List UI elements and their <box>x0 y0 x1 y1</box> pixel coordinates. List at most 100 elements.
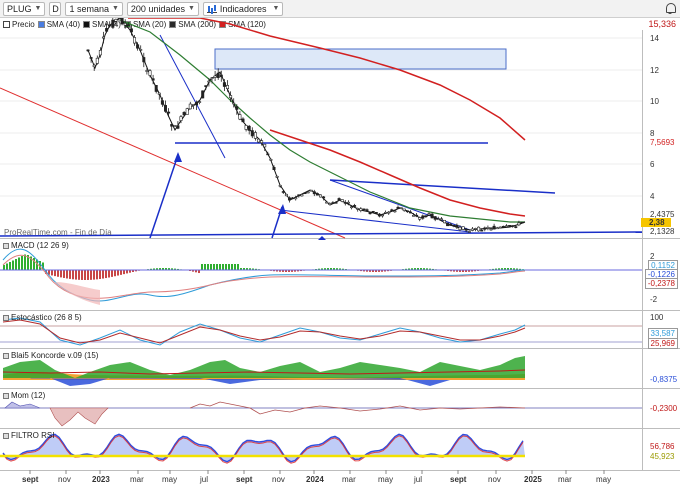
candle-body <box>408 211 412 214</box>
macd-bar <box>102 270 104 279</box>
chart-canvas[interactable]: 14 12 10 8 6 4 7,5693 2,4375 2,38 2,1328… <box>0 18 680 485</box>
macd-bar <box>84 270 86 280</box>
momentum-panel-title[interactable]: Mom (12) <box>3 391 45 400</box>
candle-body <box>411 214 415 217</box>
time-axis-label: sept <box>22 475 39 484</box>
candle-body <box>266 153 270 156</box>
candle-body <box>114 19 118 22</box>
candle-body <box>520 221 524 224</box>
time-axis-label: mar <box>342 475 356 484</box>
toolbar-right <box>664 2 676 14</box>
price-tick: 10 <box>650 97 659 106</box>
indicators-button[interactable]: Indicadores ▼ <box>202 1 284 16</box>
candle-body <box>148 70 152 76</box>
candle-body <box>300 194 304 197</box>
macd-bar <box>111 270 113 277</box>
candle-body <box>514 226 518 228</box>
macd-bar <box>201 264 203 270</box>
candle-body <box>455 224 459 228</box>
time-axis-label: 2023 <box>92 475 110 484</box>
candle-body <box>139 49 143 51</box>
alert-bell-icon[interactable] <box>664 2 676 14</box>
time-axis-label: mar <box>558 475 572 484</box>
candle-body <box>173 125 177 127</box>
candle-body <box>133 37 137 44</box>
candle-body <box>297 194 301 197</box>
candle-body <box>95 57 99 64</box>
candle-body <box>256 138 260 143</box>
candle-body <box>396 206 400 209</box>
candle-body <box>365 209 369 211</box>
macd-bar <box>237 264 239 270</box>
candle-body <box>306 191 310 194</box>
stoch-k-line <box>2 317 526 346</box>
koncorde-panel-title[interactable]: Blai5 Koncorde v.09 (15) <box>3 351 98 360</box>
sma120-line <box>128 18 526 141</box>
macd-value-3: -0,2378 <box>644 278 678 289</box>
candle-body <box>201 90 205 99</box>
time-axis-label: nov <box>58 475 71 484</box>
panel-menu-icon <box>3 352 9 359</box>
indicators-icon <box>206 4 217 13</box>
candle-body <box>312 191 316 195</box>
daily-toggle-button[interactable]: D <box>49 1 62 16</box>
macd-bar <box>93 270 95 280</box>
candle-body <box>340 199 344 202</box>
candle-body <box>393 210 397 213</box>
units-select[interactable]: 200 unidades ▼ <box>126 1 199 16</box>
candle-body <box>501 225 505 228</box>
macd-tick: -2 <box>650 295 658 304</box>
candle-body <box>467 231 471 233</box>
time-axis-label: nov <box>488 475 501 484</box>
macd-bar <box>60 270 62 278</box>
macd-bar <box>105 270 107 279</box>
candle-body <box>195 102 199 106</box>
momentum-value: -0,2300 <box>650 404 678 413</box>
candle-body <box>349 206 353 209</box>
momentum-panel: -0,2300 <box>0 401 678 427</box>
macd-bar <box>228 264 230 270</box>
candle-body <box>458 226 462 231</box>
macd-bar <box>219 264 221 270</box>
candle-body <box>449 223 453 226</box>
stoch-panel-title[interactable]: Estocástico (26 8 5) <box>3 313 82 322</box>
macd-bar <box>210 264 212 270</box>
candle-body <box>486 227 490 229</box>
macd-bar <box>213 264 215 270</box>
candle-body <box>368 211 372 215</box>
candle-body <box>142 57 146 63</box>
rsi-bands <box>2 433 525 464</box>
macd-panel-title[interactable]: MACD (12 26 9) <box>3 241 69 250</box>
panel-menu-icon <box>3 242 9 249</box>
stoch-value-2: 25,969 <box>647 338 678 349</box>
candle-body <box>318 194 322 198</box>
price-tick: 8 <box>650 129 655 138</box>
time-axis-label: may <box>596 475 611 484</box>
rsi-value: 56,786 <box>650 442 675 451</box>
candle-body <box>241 118 245 123</box>
chevron-down-icon: ▼ <box>187 5 195 12</box>
time-axis-label: mar <box>130 475 144 484</box>
ticker-select[interactable]: PLUG ▼ <box>3 1 46 16</box>
macd-bar <box>108 270 110 278</box>
candle-body <box>498 226 502 229</box>
timeframe-select[interactable]: 1 semana ▼ <box>65 1 123 16</box>
candle-body <box>126 24 130 26</box>
candle-body <box>477 226 481 232</box>
candle-body <box>517 222 521 226</box>
macd-bar <box>51 270 53 276</box>
rsi-filter-panel: 56,786 45,923 <box>0 433 675 464</box>
candle-body <box>123 23 127 26</box>
candle-body <box>179 116 183 121</box>
candle-body <box>343 202 347 204</box>
macd-bar <box>120 270 122 275</box>
candle-body <box>278 184 282 187</box>
candle-body <box>160 100 164 105</box>
candle-body <box>164 105 168 112</box>
rsi-panel-title[interactable]: FILTRO RSI <box>3 431 54 440</box>
chevron-down-icon: ▼ <box>272 5 280 12</box>
price-tick: 4 <box>650 192 655 201</box>
candle-body <box>495 227 499 230</box>
candle-body <box>337 198 341 201</box>
candle-body <box>322 196 326 199</box>
